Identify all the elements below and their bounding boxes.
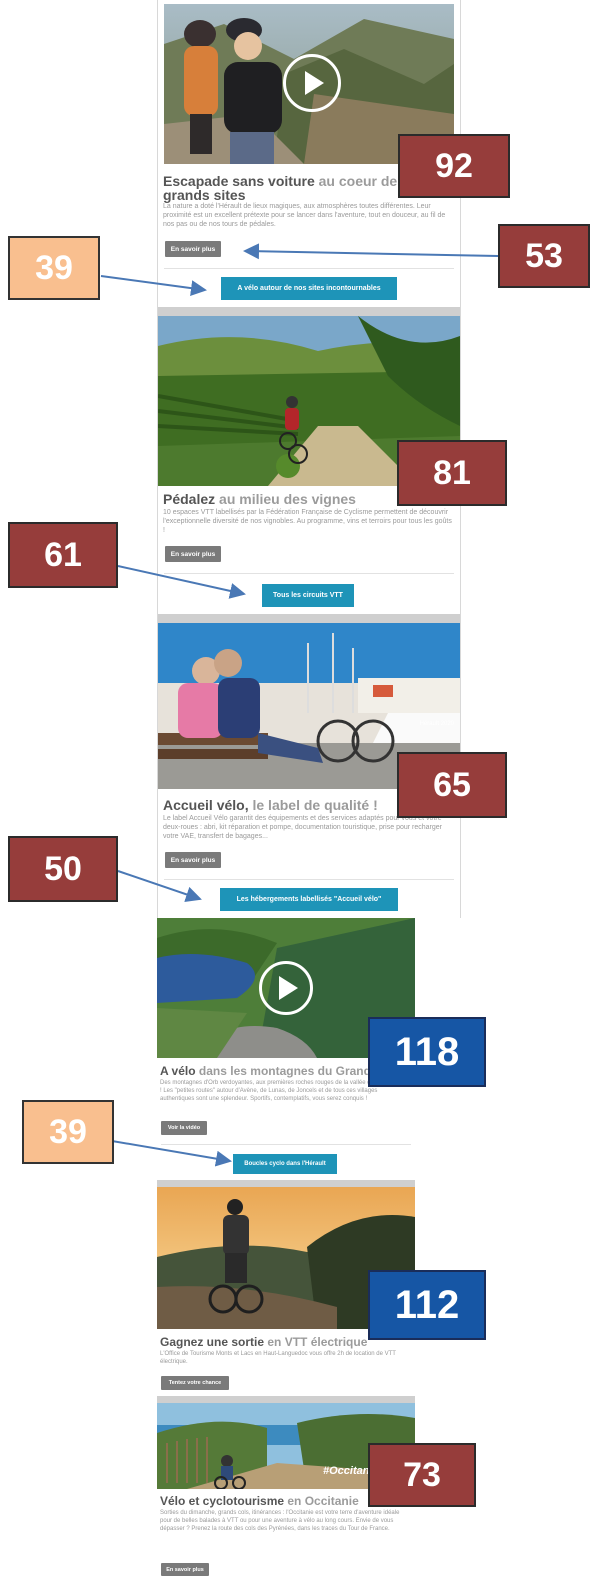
- arrow-39: [100, 275, 207, 297]
- arrow-50: [117, 870, 202, 903]
- score-badge: 39: [8, 236, 100, 300]
- score-badge: 39: [22, 1100, 114, 1164]
- score-badge: 92: [398, 134, 510, 198]
- score-badge: 61: [8, 522, 118, 588]
- score-badge: 112: [368, 1270, 486, 1340]
- score-badge: 81: [397, 440, 507, 506]
- arrow-61: [117, 565, 246, 599]
- arrow-53: [243, 243, 499, 260]
- arrow-39b: [111, 1140, 232, 1167]
- score-badge: 53: [498, 224, 590, 288]
- score-badge: 50: [8, 836, 118, 902]
- score-badge: 73: [368, 1443, 476, 1507]
- score-badge: 65: [397, 752, 507, 818]
- score-badge: 118: [368, 1017, 486, 1087]
